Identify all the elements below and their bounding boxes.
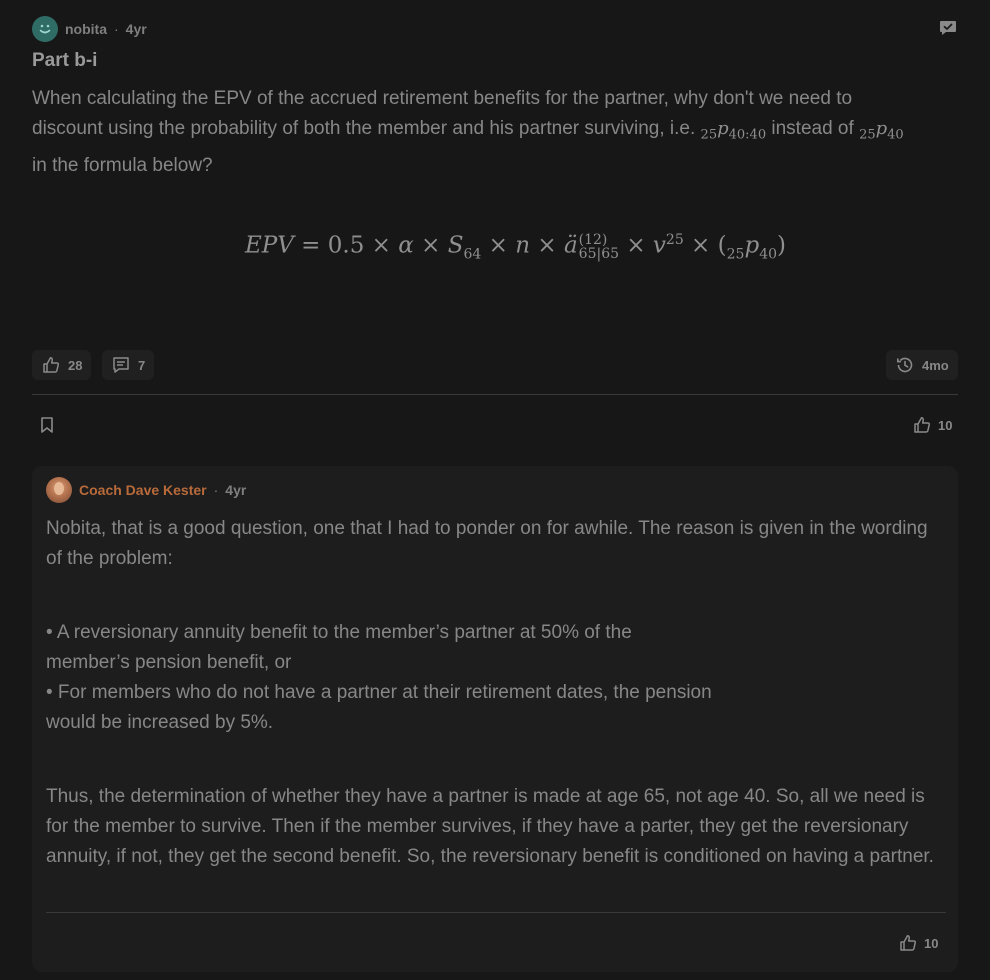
reply-bullet-line: would be increased by 5%.	[46, 712, 274, 733]
thumbs-up-icon	[900, 935, 917, 951]
reply-author-name[interactable]: Coach Dave Kester	[79, 482, 207, 498]
separator-dot: ·	[114, 21, 119, 37]
post-body-text: discount using the probability of both t…	[32, 118, 696, 139]
page: nobita · 4yr Part b-i When calculating t…	[0, 0, 990, 980]
history-icon	[897, 357, 913, 373]
question-post: nobita · 4yr Part b-i When calculating t…	[20, 0, 970, 400]
epv-formula: EPV = 0.5 × α × S64 × n × ä(12) 65|65 × v…	[245, 231, 786, 263]
reply-paragraph: Thus, the determination of whether they …	[46, 786, 934, 867]
post-age: 4yr	[125, 21, 147, 37]
reply-bullet-line: • For members who do not have a partner …	[46, 682, 712, 703]
post-body-line: in the formula below?	[32, 154, 213, 176]
chat-check-icon[interactable]	[938, 18, 958, 38]
reply-card: Coach Dave Kester · 4yr Nobita, that is …	[32, 466, 958, 972]
reply-bullet-line: • A reversionary annuity benefit to the …	[46, 622, 632, 643]
reply-like-count: 10	[924, 935, 939, 951]
divider	[46, 912, 946, 913]
comment-icon	[113, 357, 129, 373]
post-title: Part b-i	[32, 50, 98, 71]
post-author-row: nobita · 4yr	[32, 16, 147, 42]
reply-body: Nobita, that is a good question, one tha…	[46, 514, 946, 872]
comment-count: 7	[138, 357, 146, 373]
reply-age: 4yr	[225, 482, 247, 498]
comments-button[interactable]: 7	[102, 350, 155, 380]
smile-avatar-icon[interactable]	[32, 16, 58, 42]
reply-bullet-line: member’s pension benefit, or	[46, 652, 292, 673]
thumbs-up-icon	[914, 417, 931, 433]
post-body-line: discount using the probability of both t…	[32, 114, 962, 151]
edited-age: 4mo	[922, 357, 949, 373]
thread-like-button[interactable]: 10	[912, 415, 952, 435]
edit-history-button[interactable]: 4mo	[886, 350, 958, 380]
single-survival-math: 25p40	[859, 118, 904, 143]
post-body: When calculating the EPV of the accrued …	[32, 84, 962, 181]
avatar[interactable]	[46, 477, 72, 503]
reply-paragraph: Nobita, that is a good question, one tha…	[46, 518, 928, 569]
bookmark-icon[interactable]	[37, 415, 57, 435]
post-body-line: When calculating the EPV of the accrued …	[32, 88, 853, 109]
reply-like-button[interactable]: 10	[898, 933, 938, 953]
reply-author-row: Coach Dave Kester · 4yr	[46, 477, 246, 503]
thread-like-count: 10	[938, 417, 953, 433]
thumbs-up-icon	[43, 357, 60, 373]
separator-dot: ·	[213, 482, 219, 498]
post-body-text: instead of	[771, 118, 854, 139]
post-author-name[interactable]: nobita	[65, 21, 107, 37]
divider	[32, 394, 958, 395]
joint-survival-math: 25p40:40	[700, 118, 767, 143]
like-count: 28	[68, 357, 83, 373]
like-button[interactable]: 28	[32, 350, 92, 380]
